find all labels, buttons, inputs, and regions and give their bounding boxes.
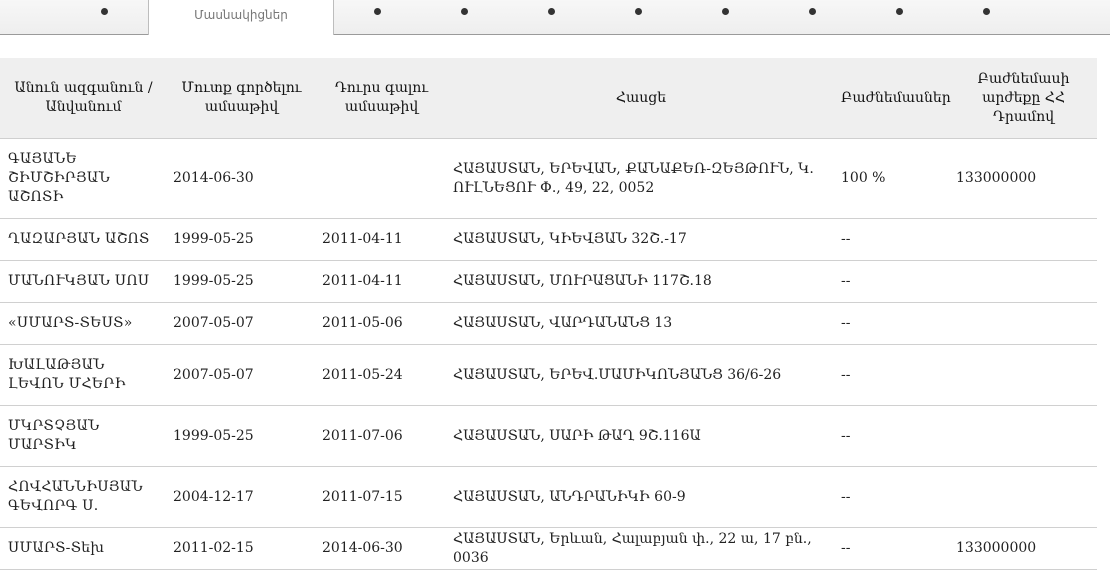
cell-name: «ՍՄԱՐՏ-ՏԵՍՏ»: [0, 302, 167, 345]
cell-address: ՀԱՅԱՍՏԱՆ, ԱՆԴՐԱՆԻԿԻ 60-9: [447, 466, 835, 528]
cell-join-date: 2007-05-07: [167, 344, 316, 406]
cell-name: ՄԿՐՏՉՅԱՆ ՄԱՐՏԻԿ: [0, 405, 167, 467]
cell-shares: --: [835, 302, 950, 345]
bullet-icon: [896, 8, 903, 15]
bullet-icon: [548, 8, 555, 15]
cell-address: ՀԱՅԱՍՏԱՆ, Երևան, Հալաբյան փ., 22 ա, 17 բ…: [447, 527, 835, 570]
bullet-icon: [374, 8, 381, 15]
cell-join-date: 2007-05-07: [167, 302, 316, 345]
cell-name: ՂԱԶԱՐՅԱՆ ԱՇՈՏ: [0, 218, 167, 261]
cell-share-value: [950, 302, 1097, 345]
tab-strip: Մասնակիցներ: [0, 0, 1110, 36]
tab-participants[interactable]: Մասնակիցներ: [148, 0, 334, 35]
table-row: ԳԱՅԱՆԵ ՇԻՄՇԻՐՅԱՆ ԱՇՈՏԻ 2014-06-30 ՀԱՅԱՍՏ…: [0, 138, 1097, 219]
cell-address: ՀԱՅԱՍՏԱՆ, ՎԱՐԴԱՆԱՆՑ 13: [447, 302, 835, 345]
header-exit-date: Դուրս գալու ամսաթիվ: [316, 58, 447, 139]
bullet-icon: [983, 8, 990, 15]
table-header-row: Անուն ազգանուն / Անվանում Մուտք գործելու…: [0, 58, 1097, 139]
cell-share-value: 133000000: [950, 527, 1097, 570]
header-shares: Բաժնեմասներ: [835, 58, 951, 139]
cell-address: ՀԱՅԱՍՏԱՆ, ԵՐԵՎԱՆ, ՔԱՆԱՔԵՌ-ԶԵՅԹՈՒՆ, Կ. ՈՒ…: [447, 138, 835, 219]
cell-share-value: [950, 218, 1097, 261]
header-address: Հասցե: [447, 58, 835, 139]
table-row: ՄԱՆՈՒԿՅԱՆ ՍՈՍ 1999-05-25 2011-04-11 ՀԱՅԱ…: [0, 260, 1097, 303]
cell-shares: --: [835, 344, 950, 406]
cell-address: ՀԱՅԱՍՏԱՆ, ԿԻԵՎՅԱՆ 32Շ.-17: [447, 218, 835, 261]
bullet-icon: [809, 8, 816, 15]
bullet-icon: [722, 8, 729, 15]
cell-shares: --: [835, 260, 950, 303]
bullet-icon: [635, 8, 642, 15]
cell-exit-date: 2011-07-06: [316, 405, 447, 467]
table-row: ՀՈՎՀԱՆՆԻՍՅԱՆ ԳԵՎՈՐԳ Ս. 2004-12-17 2011-0…: [0, 466, 1097, 528]
table-row: ԽԱԼԱԹՅԱՆ ԼԵՎՈՆ ՄՀԵՐԻ 2007-05-07 2011-05-…: [0, 344, 1097, 406]
table-row: ՍՄԱՐՏ-Տեխ 2011-02-15 2014-06-30 ՀԱՅԱՍՏԱՆ…: [0, 527, 1097, 570]
header-join-date: Մուտք գործելու ամսաթիվ: [167, 58, 316, 139]
cell-exit-date: 2011-07-15: [316, 466, 447, 528]
cell-exit-date: 2011-05-06: [316, 302, 447, 345]
tab-strip-background-left: [0, 0, 148, 34]
table-row: ՂԱԶԱՐՅԱՆ ԱՇՈՏ 1999-05-25 2011-04-11 ՀԱՅԱ…: [0, 218, 1097, 261]
bullet-icon: [461, 8, 468, 15]
cell-exit-date: 2011-04-11: [316, 218, 447, 261]
cell-join-date: 1999-05-25: [167, 218, 316, 261]
cell-address: ՀԱՅԱՍՏԱՆ, ՍԱՐԻ ԹԱՂ 9Շ.116Ա: [447, 405, 835, 467]
cell-exit-date: [316, 138, 447, 219]
cell-shares: --: [835, 466, 950, 528]
cell-name: ՍՄԱՐՏ-Տեխ: [0, 527, 167, 570]
cell-share-value: [950, 344, 1097, 406]
cell-name: ԳԱՅԱՆԵ ՇԻՄՇԻՐՅԱՆ ԱՇՈՏԻ: [0, 138, 167, 219]
table-row: ՄԿՐՏՉՅԱՆ ՄԱՐՏԻԿ 1999-05-25 2011-07-06 ՀԱ…: [0, 405, 1097, 467]
cell-address: ՀԱՅԱՍՏԱՆ, ԵՐԵՎ.ՄԱՄԻԿՈՆՅԱՆՑ 36/6-26: [447, 344, 835, 406]
header-name: Անուն ազգանուն / Անվանում: [0, 58, 167, 139]
cell-join-date: 2011-02-15: [167, 527, 316, 570]
header-share-value: Բաժնեմասի արժեքը ՀՀ Դրամով: [950, 58, 1097, 139]
cell-share-value: 133000000: [950, 138, 1097, 219]
cell-shares: --: [835, 405, 950, 467]
cell-exit-date: 2011-04-11: [316, 260, 447, 303]
table-row: «ՍՄԱՐՏ-ՏԵՍՏ» 2007-05-07 2011-05-06 ՀԱՅԱՍ…: [0, 302, 1097, 345]
cell-share-value: [950, 466, 1097, 528]
cell-share-value: [950, 260, 1097, 303]
tab-strip-background-right: [334, 0, 1110, 34]
cell-join-date: 1999-05-25: [167, 260, 316, 303]
cell-exit-date: 2014-06-30: [316, 527, 447, 570]
cell-join-date: 1999-05-25: [167, 405, 316, 467]
cell-shares: --: [835, 527, 950, 570]
participants-table: Անուն ազգանուն / Անվանում Մուտք գործելու…: [0, 58, 1097, 570]
cell-name: ՀՈՎՀԱՆՆԻՍՅԱՆ ԳԵՎՈՐԳ Ս.: [0, 466, 167, 528]
cell-exit-date: 2011-05-24: [316, 344, 447, 406]
bullet-icon: [101, 8, 108, 15]
cell-name: ՄԱՆՈՒԿՅԱՆ ՍՈՍ: [0, 260, 167, 303]
cell-shares: 100 %: [835, 138, 950, 219]
cell-address: ՀԱՅԱՍՏԱՆ, ՄՈՒՐԱՑԱՆԻ 117Շ.18: [447, 260, 835, 303]
tab-participants-label: Մասնակիցներ: [194, 8, 288, 22]
cell-name: ԽԱԼԱԹՅԱՆ ԼԵՎՈՆ ՄՀԵՐԻ: [0, 344, 167, 406]
cell-join-date: 2004-12-17: [167, 466, 316, 528]
cell-share-value: [950, 405, 1097, 467]
cell-shares: --: [835, 218, 950, 261]
cell-join-date: 2014-06-30: [167, 138, 316, 219]
